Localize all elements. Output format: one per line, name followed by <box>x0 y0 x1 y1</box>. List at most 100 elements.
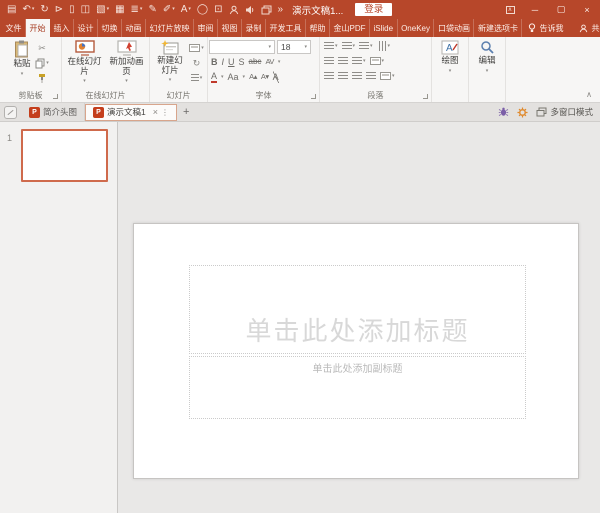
change-case-button[interactable]: Aa <box>228 71 239 83</box>
tab-insert[interactable]: 插入 <box>50 19 74 37</box>
font-color-button[interactable]: A <box>211 71 217 83</box>
text-direction-button[interactable]: ▾ <box>377 42 391 50</box>
tab-islide[interactable]: iSlide <box>370 19 398 37</box>
tab-review[interactable]: 审阅 <box>194 19 218 37</box>
close-button[interactable]: × <box>574 0 600 19</box>
character-spacing-button[interactable]: AV <box>265 56 273 68</box>
table-icon[interactable]: ▦ <box>112 0 127 19</box>
clipboard-dialog-launcher[interactable] <box>53 94 58 99</box>
new-slide-button[interactable]: 新建幻灯片 ▾ <box>153 38 187 86</box>
new-doc-tab-button[interactable]: + <box>177 106 195 118</box>
sign-in-button[interactable]: 登录 <box>355 3 392 16</box>
selection-icon[interactable]: ⊡ <box>211 0 225 19</box>
undo-icon[interactable]: ↶▾ <box>19 0 37 19</box>
doc-tab-intro[interactable]: P 简介头图 <box>22 103 85 122</box>
tab-developer[interactable]: 开发工具 <box>266 19 306 37</box>
reset-slide-button[interactable]: ↻ <box>189 57 204 69</box>
tab-transitions[interactable]: 切换 <box>98 19 122 37</box>
minimize-button[interactable]: ─ <box>522 0 548 19</box>
title-placeholder[interactable]: 单击此处添加标题 <box>189 265 526 354</box>
tell-me-button[interactable]: 告诉我 <box>522 19 569 37</box>
paste-button[interactable]: 粘贴 ▾ <box>11 38 32 79</box>
columns-button[interactable]: ▾ <box>352 57 366 65</box>
tab-home[interactable]: 开始 <box>26 19 50 37</box>
text-shadow-button[interactable]: S <box>239 56 245 68</box>
tab-design[interactable]: 设计 <box>74 19 98 37</box>
line-spacing-button[interactable]: ▾ <box>359 42 373 50</box>
justify-button[interactable] <box>366 72 376 80</box>
tab-view[interactable]: 视图 <box>218 19 242 37</box>
ribbon-display-options-icon[interactable]: ∧ <box>498 0 522 19</box>
multi-window-mode-button[interactable]: 多窗口模式 <box>536 106 593 118</box>
start-slideshow-icon[interactable]: ⊳ <box>52 0 66 19</box>
decrease-indent-button[interactable] <box>324 57 334 65</box>
tab-new-tab[interactable]: 新建选项卡 <box>474 19 522 37</box>
convert-smartart-button[interactable]: ▾ <box>380 72 395 80</box>
drawing-button[interactable]: A 绘图 ▾ <box>439 38 461 76</box>
tab-record[interactable]: 录制 <box>242 19 266 37</box>
tab-animations[interactable]: 动画 <box>122 19 146 37</box>
doc-tab-presentation1[interactable]: P 演示文稿1 × ⋮ <box>85 104 177 121</box>
switch-windows-icon[interactable] <box>258 5 275 15</box>
tab-more-icon[interactable]: ⋮ <box>161 108 169 117</box>
smartart-icon <box>380 72 391 80</box>
italic-button[interactable]: I <box>222 56 225 68</box>
align-right-button[interactable] <box>352 72 362 80</box>
plugin-bug-icon[interactable] <box>498 107 509 117</box>
new-presentation-icon[interactable]: ▯ <box>66 0 78 19</box>
section-icon <box>191 74 199 82</box>
collapse-ribbon-icon[interactable]: ∧ <box>586 90 592 99</box>
close-tab-icon[interactable]: × <box>153 107 158 117</box>
clear-formatting-button[interactable]: A <box>273 71 279 83</box>
settings-gear-icon[interactable] <box>517 107 528 118</box>
font-size-combo[interactable]: 18▾ <box>277 40 311 54</box>
increase-indent-button[interactable] <box>338 57 348 65</box>
font-name-combo[interactable]: ▾ <box>209 40 275 54</box>
shrink-font-button[interactable]: A▾ <box>261 71 269 83</box>
tab-slideshow[interactable]: 幻灯片放映 <box>146 19 194 37</box>
tab-file[interactable]: 文件 <box>2 19 26 37</box>
bold-button[interactable]: B <box>211 56 218 68</box>
share-button[interactable]: 共享 <box>569 19 600 37</box>
font-dialog-launcher[interactable] <box>311 94 316 99</box>
layout-button[interactable]: ▾ <box>189 42 204 54</box>
tab-help[interactable]: 帮助 <box>306 19 330 37</box>
editing-button[interactable]: 编辑 ▾ <box>476 38 497 76</box>
save-icon[interactable]: ▤ <box>4 0 19 19</box>
align-text-button[interactable]: ▾ <box>370 57 385 65</box>
grow-font-button[interactable]: A▴ <box>249 71 257 83</box>
section-button[interactable]: ▾ <box>189 72 204 84</box>
subtitle-placeholder[interactable]: 单击此处添加副标题 <box>189 356 526 419</box>
format-painter-button[interactable] <box>35 72 50 84</box>
add-person-icon[interactable] <box>226 5 242 15</box>
redo-icon[interactable]: ↻ <box>37 0 51 19</box>
align-center-button[interactable] <box>338 72 348 80</box>
tab-pocket-animation[interactable]: 口袋动画 <box>434 19 474 37</box>
new-animation-page-button[interactable]: 新加动画页 ▾ <box>107 38 147 87</box>
tab-jinshan-pdf[interactable]: 金山PDF <box>330 19 370 37</box>
align-left-button[interactable] <box>324 72 334 80</box>
numbering-button[interactable]: ▾ <box>342 42 356 50</box>
print-preview-icon[interactable]: ◫ <box>78 0 93 19</box>
tab-onekey[interactable]: OneKey <box>398 19 435 37</box>
highlighter-icon[interactable]: ✐▾ <box>160 0 178 19</box>
slide-thumbnail[interactable] <box>21 129 108 182</box>
cut-button[interactable]: ✂ <box>35 42 50 54</box>
format-icon[interactable]: ≣▾ <box>128 0 146 19</box>
online-slides-button[interactable]: 在线幻灯片 ▾ <box>65 38 105 87</box>
oval-shape-icon[interactable]: ◯ <box>194 0 211 19</box>
bullets-button[interactable]: ▾ <box>324 42 338 50</box>
slide-canvas[interactable]: 单击此处添加标题 单击此处添加副标题 <box>133 223 579 479</box>
paragraph-dialog-launcher[interactable] <box>423 94 428 99</box>
read-aloud-icon[interactable] <box>242 5 258 15</box>
pen-icon[interactable]: ✎ <box>145 0 159 19</box>
qat-overflow-icon[interactable]: » <box>275 0 287 19</box>
underline-button[interactable]: U <box>228 56 235 68</box>
strikethrough-button[interactable]: abc <box>249 56 262 68</box>
window-title: 演示文稿1... <box>292 3 343 17</box>
copy-button[interactable]: ▾ <box>35 57 50 69</box>
maximize-button[interactable]: ▢ <box>548 0 574 19</box>
picture-icon[interactable]: ▧▾ <box>93 0 112 19</box>
font-color-icon[interactable]: A▾ <box>178 0 194 19</box>
session-manager-icon[interactable] <box>4 106 17 119</box>
